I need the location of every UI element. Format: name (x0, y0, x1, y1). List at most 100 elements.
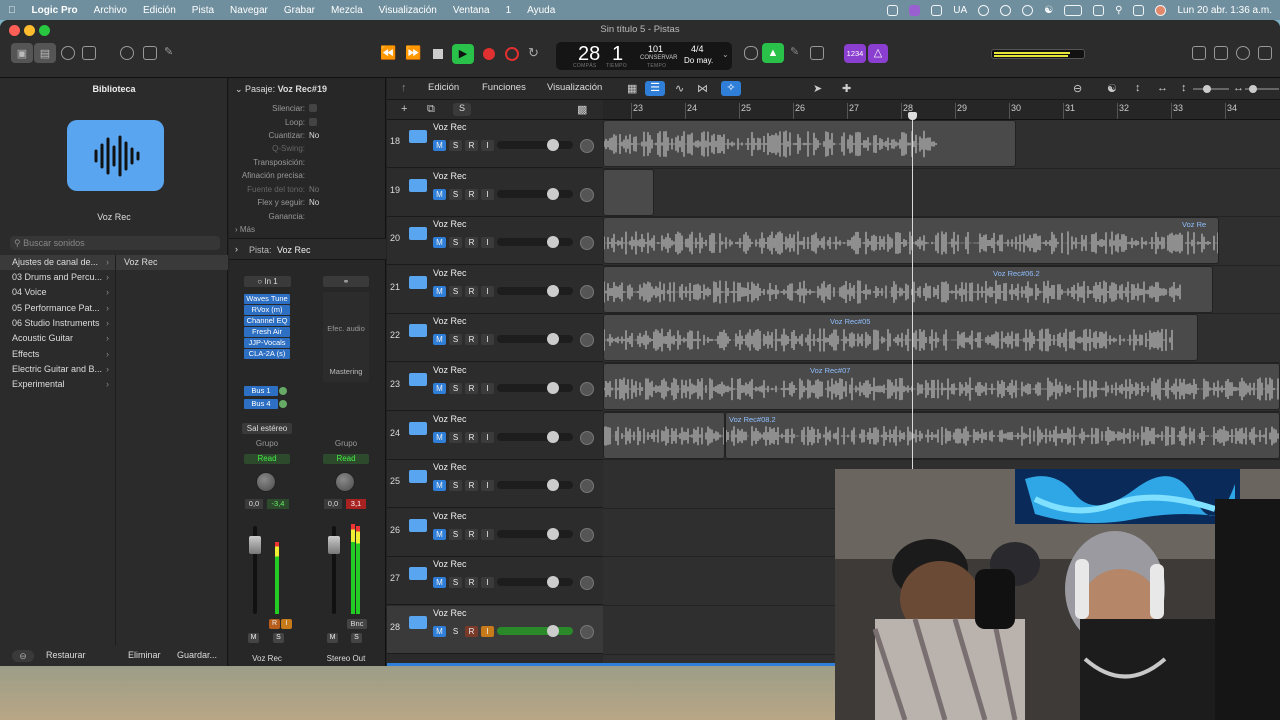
track-record-button[interactable]: R (465, 334, 478, 346)
menu-edicion[interactable]: Edición (135, 5, 184, 16)
snap-icon[interactable]: ⊖ (1073, 82, 1082, 95)
track-name[interactable]: Voz Rec (433, 511, 467, 521)
track-mute-button[interactable]: M (433, 188, 446, 200)
menu-ventana[interactable]: Ventana (445, 5, 498, 16)
crosshair-tool-icon[interactable]: ✚ (842, 82, 851, 95)
track-pan-knob[interactable] (580, 284, 594, 299)
save-patch-button[interactable]: Guardar... (177, 650, 217, 660)
plugin-slot[interactable]: Waves Tune (244, 294, 290, 304)
menu-1[interactable]: 1 (498, 5, 520, 16)
track-name[interactable]: Voz Rec (433, 365, 467, 375)
track-solo-button[interactable]: S (449, 626, 462, 637)
track-pan-knob[interactable] (580, 187, 594, 202)
vertical-zoom-slider[interactable] (1193, 85, 1229, 93)
battery-icon[interactable] (1064, 4, 1083, 16)
list-editors-icon[interactable] (810, 46, 824, 60)
library-category-item[interactable]: Experimental › (0, 377, 115, 392)
duplicate-track-icon[interactable]: ⧉ (427, 103, 435, 116)
volume-fader[interactable] (328, 536, 340, 554)
menu-visualizacion[interactable]: Visualización (371, 5, 445, 16)
timeline-ruler[interactable]: 23 24 25 26 27 28 29 30 31 32 33 34 (603, 100, 1280, 120)
track-mute-button[interactable]: M (433, 528, 446, 540)
track-header[interactable]: 18 Voz Rec M S R I (387, 120, 603, 168)
list-view-icon[interactable]: ☰ (645, 81, 665, 96)
library-patch-item[interactable]: Voz Rec (116, 255, 228, 270)
send-slot[interactable]: Bus 4 (244, 399, 278, 409)
output-slot[interactable]: Sal estéreo (242, 423, 292, 434)
menu-visualizacion-local[interactable]: Visualización (547, 82, 602, 93)
track-header[interactable]: 23 Voz Rec M S R I (387, 363, 603, 411)
menu-app[interactable]: Logic Pro (24, 5, 86, 16)
track-input-monitor-button[interactable]: I (481, 577, 494, 589)
pan-knob[interactable] (335, 472, 355, 492)
track-input-monitor-button[interactable]: I (481, 431, 494, 443)
status-icon-1[interactable] (887, 4, 899, 16)
track-header[interactable]: 19 Voz Rec M S R I (387, 168, 603, 217)
track-input-monitor-button[interactable]: I (481, 188, 494, 200)
track-input-monitor-button[interactable]: I (481, 140, 494, 151)
track-solo-button[interactable]: S (449, 383, 462, 394)
forward-button[interactable]: ⏩ (405, 45, 421, 61)
waveform-zoom-icon[interactable]: ☯ (1107, 82, 1117, 95)
track-record-button[interactable]: R (465, 188, 478, 200)
track-volume-slider[interactable] (497, 382, 573, 394)
up-arrow-icon[interactable]: ↑ (401, 82, 407, 94)
track-pan-knob[interactable] (580, 139, 594, 153)
tool-icon[interactable]: ✎ (790, 45, 799, 58)
quantize-value[interactable]: No (309, 131, 319, 140)
editors-icon[interactable]: ✎ (164, 45, 173, 58)
volume-readout[interactable]: 0,0 (324, 499, 342, 509)
plugin-slot[interactable]: RVox (m) (244, 305, 290, 315)
library-options-button[interactable]: ⊖ (12, 650, 34, 662)
track-mute-button[interactable]: M (433, 334, 446, 346)
list-icon[interactable] (1192, 46, 1206, 60)
record-enable-button[interactable]: R (269, 619, 280, 629)
automation-icon[interactable]: ∿ (675, 82, 684, 95)
status-icon-2[interactable] (909, 4, 921, 16)
lcd-display[interactable]: 28 1 COMPÁS TIEMPO 101 CONSERVAR TEMPO 4… (556, 42, 732, 70)
menu-archivo[interactable]: Archivo (86, 5, 135, 16)
track-input-monitor-button[interactable]: I (481, 480, 494, 492)
track-name[interactable]: Voz Rec (433, 316, 467, 326)
link-icon[interactable]: ⚭ (323, 276, 369, 287)
menu-pista[interactable]: Pista (184, 5, 222, 16)
solo-button[interactable]: S (351, 633, 362, 643)
search-icon[interactable]: ⚲ (1115, 5, 1122, 16)
track-header[interactable]: 24 Voz Rec M S R I (387, 411, 603, 460)
mute-button[interactable]: M (248, 633, 259, 643)
clock-icon[interactable] (1000, 4, 1012, 16)
track-record-button[interactable]: R (465, 480, 478, 492)
flex-icon[interactable]: ⋈ (697, 82, 708, 95)
library-category-item[interactable]: 06 Studio Instruments › (0, 316, 115, 331)
horizontal-zoom-slider[interactable] (1245, 85, 1279, 93)
group-slot[interactable]: Grupo (321, 439, 371, 448)
track-inspector-header[interactable]: › Pista: Voz Rec (229, 238, 386, 260)
track-input-monitor-button[interactable]: I (481, 528, 494, 540)
track-name[interactable]: Voz Rec (433, 462, 467, 472)
track-solo-button[interactable]: S (449, 285, 462, 297)
track-name[interactable]: Voz Rec (433, 414, 467, 424)
track-header[interactable]: 25 Voz Rec M S R I (387, 460, 603, 509)
info-icon[interactable] (1022, 4, 1034, 16)
audio-region[interactable] (603, 169, 654, 216)
browser-icon[interactable] (1258, 46, 1272, 60)
automation-mode[interactable]: Read (244, 454, 290, 464)
track-input-monitor-button[interactable]: I (481, 383, 494, 394)
tuner-icon[interactable] (744, 46, 758, 60)
bounce-button[interactable]: Bnc (347, 619, 367, 629)
volume-fader[interactable] (249, 536, 261, 554)
library-category-item[interactable]: Acoustic Guitar › (0, 331, 115, 346)
audio-region[interactable]: Voz Rec#08.2 (725, 412, 1280, 459)
track-pan-knob[interactable] (580, 479, 594, 494)
fit-icon[interactable]: ↕ (1135, 82, 1141, 94)
library-category-item[interactable]: Effects › (0, 347, 115, 362)
track-name[interactable]: Voz Rec (433, 171, 467, 181)
track-volume-slider[interactable] (497, 527, 573, 540)
pan-knob[interactable] (256, 472, 276, 492)
region-inspector-header[interactable]: ⌄ Pasaje: Voz Rec#19 (235, 84, 327, 95)
track-volume-slider[interactable] (497, 139, 573, 151)
track-volume-slider[interactable] (497, 236, 573, 249)
count-in-button[interactable]: 1234 (844, 44, 866, 63)
play-button[interactable]: ▶ (452, 44, 474, 64)
wifi-icon[interactable]: ☯ (1044, 5, 1053, 16)
